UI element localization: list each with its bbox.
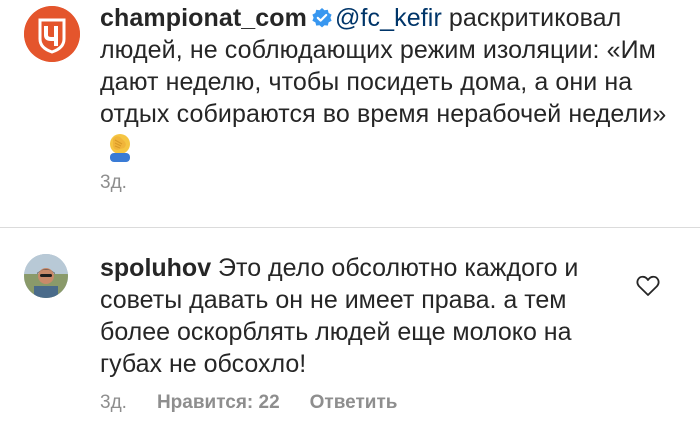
user-photo-icon [24, 254, 68, 298]
reply-button[interactable]: Ответить [310, 392, 398, 414]
comment-username[interactable]: spoluhov [100, 254, 211, 282]
verified-badge-icon [311, 5, 333, 28]
post-caption-text: championat_com @fc_kefir раскритиковал лю… [100, 2, 680, 164]
comment-timestamp: 3д. [100, 392, 127, 413]
championat-avatar[interactable] [24, 6, 80, 62]
comment-text: spoluhov Это дело обсолютно каждого и со… [100, 252, 620, 380]
likes-count[interactable]: Нравится: 22 [157, 392, 280, 414]
face-palm-emoji-icon [104, 130, 136, 162]
post-timestamp: 3д. [100, 172, 127, 193]
championat-logo-icon [24, 6, 80, 62]
comment-actions: 3д. Нравится: 22 Ответить [100, 392, 397, 414]
heart-icon[interactable] [636, 275, 660, 297]
mention-link[interactable]: @fc_kefir [335, 4, 442, 32]
spoluhov-avatar[interactable] [24, 254, 68, 298]
post-username[interactable]: championat_com [100, 4, 307, 32]
comment-item: spoluhov Это дело обсолютно каждого и со… [0, 228, 700, 434]
post-caption: championat_com @fc_kefir раскритиковал лю… [0, 0, 700, 226]
